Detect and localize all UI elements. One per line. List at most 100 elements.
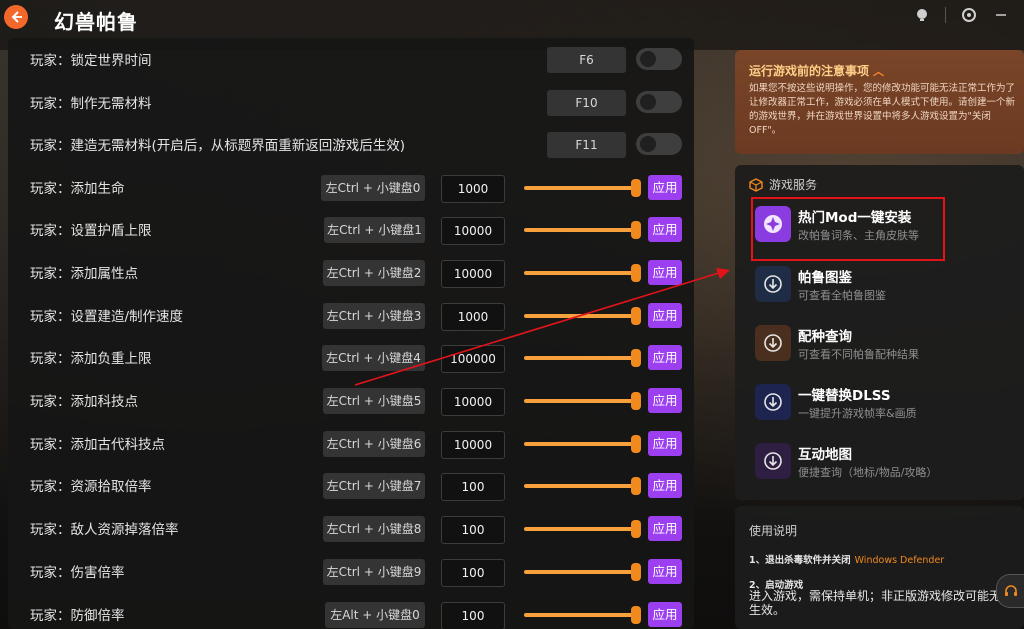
back-button[interactable]	[4, 5, 28, 29]
cheat-label: 玩家：资源拾取倍率	[30, 479, 152, 495]
value-slider-thumb[interactable]	[631, 264, 641, 282]
hotkey-button[interactable]: F6	[547, 47, 626, 73]
cheat-label: 玩家：添加生命	[30, 181, 125, 197]
value-slider-track[interactable]	[524, 314, 640, 318]
cheat-label: 玩家：伤害倍率	[30, 565, 125, 581]
value-slider-track[interactable]	[524, 399, 640, 403]
apply-button[interactable]: 应用	[648, 345, 682, 370]
value-slider-track[interactable]	[524, 442, 640, 446]
window-controls	[913, 6, 1010, 24]
apply-button[interactable]: 应用	[648, 516, 682, 541]
hotkey-button[interactable]: 左Ctrl + 小键盘9	[323, 559, 425, 585]
cheat-row-toggle: 玩家：锁定世界时间 F6	[8, 40, 694, 82]
download-icon	[755, 325, 791, 361]
value-input[interactable]	[441, 217, 505, 245]
annotation-highlight-box	[751, 197, 945, 261]
hotkey-button[interactable]: 左Ctrl + 小键盘5	[323, 388, 425, 414]
value-slider-track[interactable]	[524, 613, 640, 617]
value-slider-thumb[interactable]	[631, 221, 641, 239]
service-item-breeding[interactable]: 配种查询 可查看不同帕鲁配种结果	[755, 325, 1015, 369]
apply-button[interactable]: 应用	[648, 473, 682, 498]
value-slider-thumb[interactable]	[631, 477, 641, 495]
service-title: 配种查询	[798, 329, 852, 345]
cheat-list-panel: 玩家：锁定世界时间 F6 玩家：制作无需材料 F10 玩家：建造无需材料(开启后…	[8, 38, 694, 629]
service-subtitle: 便捷查询（地标/物品/攻略）	[798, 466, 938, 479]
usage-step-1-text: 1、退出杀毒软件并关闭	[749, 555, 851, 566]
apply-button[interactable]: 应用	[648, 559, 682, 584]
hotkey-button[interactable]: 左Ctrl + 小键盘0	[321, 175, 425, 201]
hotkey-button[interactable]: F10	[547, 90, 626, 116]
value-input[interactable]	[441, 303, 505, 331]
hotkey-button[interactable]: 左Ctrl + 小键盘4	[322, 345, 425, 371]
value-slider-thumb[interactable]	[631, 563, 641, 581]
value-slider-track[interactable]	[524, 484, 640, 488]
toggle-switch[interactable]	[636, 133, 682, 155]
divider	[945, 7, 946, 23]
apply-button[interactable]: 应用	[648, 217, 682, 242]
value-input[interactable]	[441, 602, 505, 629]
customer-support-button[interactable]	[996, 574, 1024, 608]
value-slider-thumb[interactable]	[631, 392, 641, 410]
cheat-row-slider: 玩家：添加科技点 左Ctrl + 小键盘5 应用	[8, 381, 694, 423]
value-input[interactable]	[441, 260, 505, 288]
value-input[interactable]	[441, 345, 505, 373]
apply-button[interactable]: 应用	[648, 175, 682, 200]
service-item-dlss[interactable]: 一键替换DLSS 一键提升游戏帧率&画质	[755, 384, 1015, 428]
value-slider-thumb[interactable]	[631, 349, 641, 367]
value-slider-thumb[interactable]	[631, 435, 641, 453]
cheat-row-slider: 玩家：设置护盾上限 左Ctrl + 小键盘1 应用	[8, 210, 694, 252]
value-slider-track[interactable]	[524, 186, 640, 190]
cheat-label: 玩家：锁定世界时间	[30, 53, 152, 69]
usage-step-2-text: 进入游戏，需保持单机；非正版游戏修改可能无法生效。	[749, 589, 1014, 617]
value-slider-track[interactable]	[524, 527, 640, 531]
value-input[interactable]	[441, 431, 505, 459]
download-icon	[755, 384, 791, 420]
toggle-switch[interactable]	[636, 48, 682, 70]
chevron-up-icon[interactable]: ︿	[873, 65, 884, 78]
value-input[interactable]	[441, 473, 505, 501]
value-slider-track[interactable]	[524, 356, 640, 360]
headset-icon	[1005, 585, 1017, 596]
hotkey-button[interactable]: 左Ctrl + 小键盘2	[323, 260, 425, 286]
hotkey-button[interactable]: 左Alt + 小键盘0	[325, 602, 425, 628]
toggle-switch[interactable]	[636, 91, 682, 113]
minimize-icon[interactable]	[992, 6, 1010, 24]
cheat-label: 玩家：添加古代科技点	[30, 437, 165, 453]
value-slider-track[interactable]	[524, 570, 640, 574]
cheat-label: 玩家：设置建造/制作速度	[30, 309, 184, 325]
value-slider-thumb[interactable]	[631, 520, 641, 538]
value-slider-thumb[interactable]	[631, 606, 641, 624]
cheat-row-slider: 玩家：设置建造/制作速度 左Ctrl + 小键盘3 应用	[8, 296, 694, 338]
value-slider-thumb[interactable]	[631, 307, 641, 325]
hotkey-button[interactable]: 左Ctrl + 小键盘1	[324, 217, 425, 243]
value-slider-track[interactable]	[524, 271, 640, 275]
windows-defender-link[interactable]: Windows Defender	[855, 555, 945, 566]
notice-title[interactable]: 运行游戏前的注意事项 ︿	[749, 62, 884, 79]
hotkey-button[interactable]: 左Ctrl + 小键盘3	[323, 303, 425, 329]
cheat-row-slider: 玩家：资源拾取倍率 左Ctrl + 小键盘7 应用	[8, 466, 694, 508]
apply-button[interactable]: 应用	[648, 602, 682, 627]
service-item-paldeck[interactable]: 帕鲁图鉴 可查看全帕鲁图鉴	[755, 266, 1015, 310]
service-title: 互动地图	[798, 447, 852, 463]
apply-button[interactable]: 应用	[648, 388, 682, 413]
value-slider-thumb[interactable]	[631, 179, 641, 197]
hotkey-button[interactable]: 左Ctrl + 小键盘7	[323, 473, 425, 499]
value-input[interactable]	[441, 559, 505, 587]
service-item-map[interactable]: 互动地图 便捷查询（地标/物品/攻略）	[755, 443, 1015, 487]
settings-icon[interactable]	[960, 6, 978, 24]
apply-button[interactable]: 应用	[648, 431, 682, 456]
hotkey-button[interactable]: 左Ctrl + 小键盘8	[323, 516, 425, 542]
notice-title-text: 运行游戏前的注意事项	[749, 64, 870, 78]
value-slider-track[interactable]	[524, 228, 640, 232]
arrow-left-icon	[11, 11, 22, 23]
notification-icon[interactable]	[913, 6, 931, 24]
service-title: 一键替换DLSS	[798, 388, 891, 404]
value-input[interactable]	[441, 516, 505, 544]
hotkey-button[interactable]: 左Ctrl + 小键盘6	[323, 431, 425, 457]
apply-button[interactable]: 应用	[648, 260, 682, 285]
value-input[interactable]	[441, 388, 505, 416]
apply-button[interactable]: 应用	[648, 303, 682, 328]
service-title: 帕鲁图鉴	[798, 270, 852, 286]
hotkey-button[interactable]: F11	[547, 132, 626, 158]
value-input[interactable]	[441, 175, 505, 203]
